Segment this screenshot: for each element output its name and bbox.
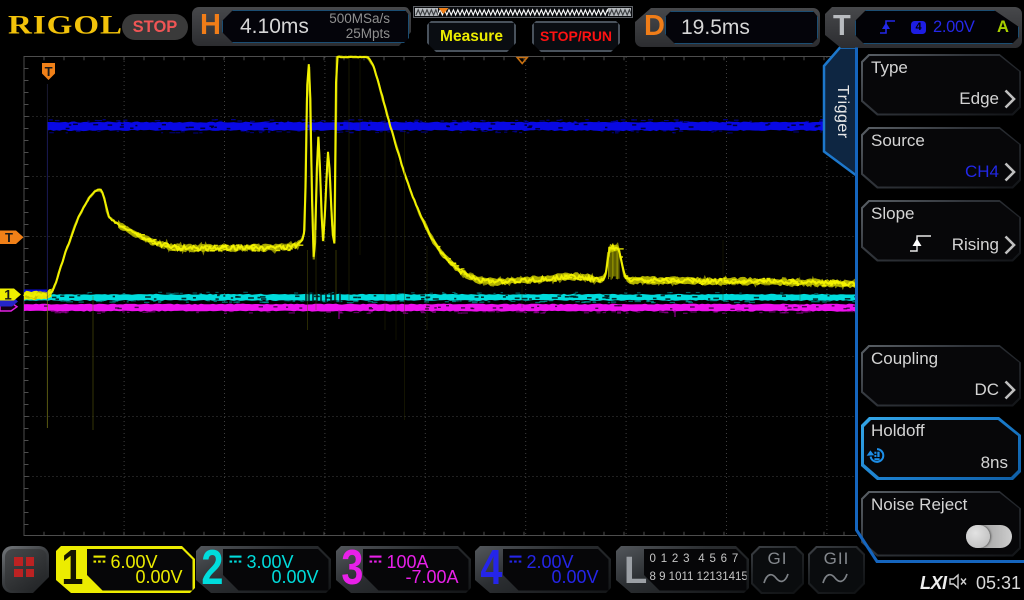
svg-text:1: 1	[4, 288, 12, 303]
svg-text:T: T	[5, 230, 13, 245]
svg-text:T: T	[45, 64, 53, 79]
